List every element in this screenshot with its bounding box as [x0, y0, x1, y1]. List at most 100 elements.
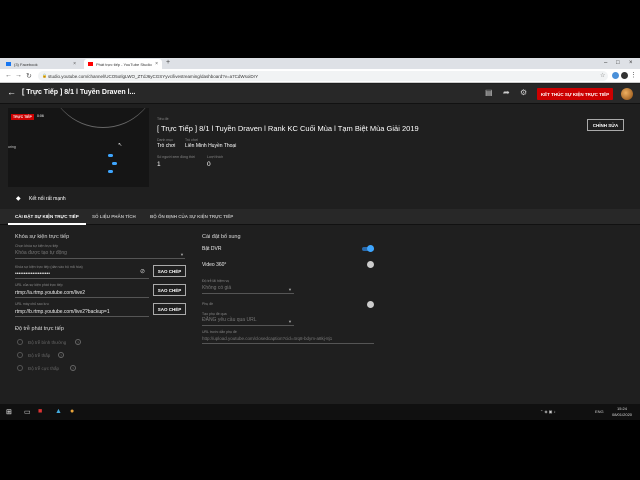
category-value: Trò chơi [157, 143, 176, 149]
language-indicator[interactable]: ENG [595, 409, 604, 414]
profile-icon[interactable] [621, 72, 628, 79]
likes-label: Lượt thích [207, 155, 224, 159]
chevron-down-icon[interactable]: ▼ [180, 252, 184, 257]
preview-arc [48, 108, 149, 128]
url-label: URL của sự kiện phát trực tiếp [15, 283, 63, 287]
latency-ultralow-radio[interactable] [17, 365, 23, 371]
browser-menu-icon[interactable]: ⋮ [630, 71, 637, 79]
dvr-toggle-knob [367, 245, 374, 252]
preview-toggle-2 [112, 162, 117, 165]
close-window-icon[interactable]: × [629, 60, 633, 66]
stream-key-field[interactable]: •••••••••••••••••••• [15, 271, 50, 277]
close-tab-icon[interactable]: × [155, 61, 158, 67]
end-stream-button[interactable]: KẾT THÚC SỰ KIỆN TRỰC TIẾP [537, 88, 613, 100]
latency-ultralow-label: Độ trễ cực thấp [28, 366, 60, 371]
clock[interactable]: 15:24 08/01/2020 [612, 406, 632, 418]
backup-url-field[interactable]: rtmp://b.rtmp.youtube.com/live2?backup=1 [15, 309, 110, 315]
captions-url-label: URL trước dẫn phụ đề [202, 330, 237, 334]
preview-toggle-3 [108, 170, 113, 173]
maximize-icon[interactable]: □ [616, 60, 620, 66]
app-icon-red[interactable]: ■ [38, 408, 42, 415]
connection-status: ◆ Kết nối rất mạnh [16, 196, 66, 202]
latency-normal-radio[interactable] [17, 339, 23, 345]
concurrent-viewers-label: Số người xem đồng thời [157, 155, 195, 159]
tab-stream-health[interactable]: BỘ ỔN ĐỊNH CỦA SỰ KIỆN TRỰC TIẾP [150, 214, 233, 219]
minimize-icon[interactable]: – [604, 60, 607, 66]
windows-start-icon[interactable]: ⊞ [6, 408, 12, 416]
settings-tabs: CÀI ĐẶT SỰ KIỆN TRỰC TIẾP SỐ LIỆU PHÂN T… [0, 209, 640, 225]
url-input[interactable]: 🔒 studio.youtube.com/channel/UCO5oIlgLWO… [38, 71, 608, 81]
concurrent-viewers-value: 1 [157, 161, 161, 168]
chevron-down-icon[interactable]: ▼ [288, 319, 292, 324]
captions-toggle[interactable] [367, 301, 374, 308]
tray-icons[interactable]: ⌃ ◈ ▣ ♪ [540, 409, 556, 414]
divider [15, 316, 149, 317]
app-icon-blue[interactable]: ▲ [55, 408, 62, 415]
title-label: Tiêu đề [157, 117, 169, 121]
hide-eye-icon[interactable]: ⊘ [140, 268, 145, 275]
captions-source-label: Tạo phụ đề qua [202, 312, 227, 316]
share-icon[interactable]: ➦ [503, 88, 510, 97]
divider [15, 297, 149, 298]
category-label: Danh mục [157, 138, 173, 142]
stream-url-field[interactable]: rtmp://a.rtmp.youtube.com/live2 [15, 290, 85, 296]
stream-preview[interactable]: TRỰC TIẾP 0:06 uring ↖ [8, 108, 149, 187]
divider [202, 293, 294, 294]
copy-key-button[interactable]: SAO CHÉP [153, 265, 186, 277]
clock-date: 08/01/2020 [612, 412, 633, 417]
captions-label: Phụ đề [202, 302, 214, 306]
divider [202, 325, 294, 326]
backup-url-label: URL máy chủ sao lưu [15, 302, 49, 306]
live-badge: TRỰC TIẾP [11, 114, 34, 120]
help-icon[interactable]: ? [70, 365, 76, 371]
help-icon[interactable]: ? [75, 339, 81, 345]
latency-low-radio[interactable] [17, 352, 23, 358]
key-select[interactable]: Khóa được tạo tự động [15, 250, 67, 256]
close-tab-icon[interactable]: × [73, 61, 76, 67]
browser-tab-facebook[interactable]: (3) Facebook × [2, 59, 80, 69]
bookmark-star-icon[interactable]: ☆ [600, 72, 605, 79]
latency-title: Độ trễ phát trực tiếp [15, 326, 64, 332]
latency-normal-label: Độ trễ bình thường [28, 340, 67, 345]
copy-backup-button[interactable]: SAO CHÉP [153, 303, 186, 315]
tab-stream-settings[interactable]: CÀI ĐẶT SỰ KIỆN TRỰC TIẾP [15, 214, 79, 219]
tab-analytics[interactable]: SỐ LIỆU PHÂN TÍCH [92, 214, 136, 219]
video360-toggle[interactable] [367, 261, 374, 268]
windows-taskbar: ⊞ ▭ ■ ▲ ● ⌃ ◈ ▣ ♪ ENG 15:24 08/01/2020 [0, 404, 640, 420]
game-label: Trò chơi [185, 138, 198, 142]
analytics-icon[interactable]: ▤ [485, 88, 493, 97]
copy-url-button[interactable]: SAO CHÉP [153, 284, 186, 296]
browser-tab-studio[interactable]: Phát trực tiếp - YouTube Studio × [84, 59, 162, 69]
new-tab-button[interactable]: + [166, 59, 170, 66]
active-tab-underline [8, 223, 86, 225]
help-icon[interactable]: ? [58, 352, 64, 358]
address-bar-row: ← → ↻ 🔒 studio.youtube.com/channel/UCO5o… [0, 69, 640, 83]
back-icon[interactable]: ← [5, 72, 12, 79]
divider [15, 258, 185, 259]
delay-select[interactable]: Không có giá [202, 285, 231, 291]
edit-button[interactable]: CHỈNH SỬA [587, 119, 624, 131]
extension-icon[interactable] [612, 72, 619, 79]
settings-gear-icon[interactable]: ⚙ [520, 88, 527, 97]
lock-icon: 🔒 [42, 73, 47, 78]
key-select-label: Chọn khóa sự kiện trực tiếp [15, 244, 59, 248]
avatar[interactable] [621, 88, 633, 100]
chevron-down-icon[interactable]: ▼ [288, 287, 292, 292]
taskview-icon[interactable]: ▭ [24, 408, 31, 416]
back-arrow-icon[interactable]: ← [7, 87, 16, 97]
forward-icon[interactable]: → [15, 72, 22, 79]
captions-source-select[interactable]: ĐĂNG yêu cầu qua URL [202, 317, 256, 323]
facebook-icon [6, 62, 11, 66]
key-field-label: Khóa sự kiện trực tiếp (dán vào bộ mã hó… [15, 265, 83, 269]
studio-header: ← [ Trực Tiếp ] 8/1 l Tuyền Draven l... … [0, 84, 640, 104]
captions-url-field[interactable]: http://upload.youtube.com/closedcaption?… [202, 336, 332, 341]
reload-icon[interactable]: ↻ [26, 72, 32, 80]
game-value: Liên Minh Huyền Thoại [185, 143, 237, 149]
preview-side-text: uring [8, 145, 16, 149]
divider [202, 343, 374, 344]
divider [15, 278, 149, 279]
chrome-icon[interactable]: ● [70, 408, 74, 415]
youtube-icon [88, 62, 93, 66]
additional-settings-title: Cài đặt bổ sung [202, 234, 241, 240]
delay-label: Độ trễ lãi hiệm vụ [202, 279, 230, 283]
